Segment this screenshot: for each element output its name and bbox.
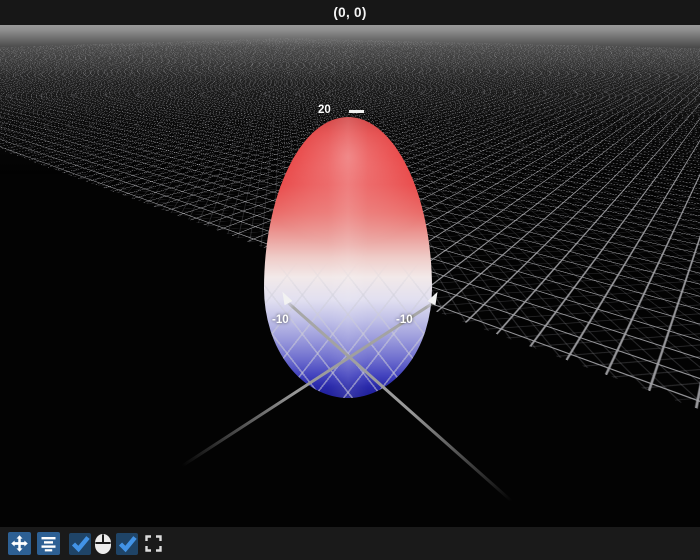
checkbox-1[interactable] [69, 533, 91, 555]
mouse-toggle[interactable] [92, 532, 114, 556]
3d-viewport[interactable]: -10 -10 20 [0, 25, 700, 527]
toolbar [0, 527, 700, 560]
z-axis-tick-label: 20 [318, 104, 331, 116]
app-window: (0, 0) -10 -10 20 [0, 0, 700, 560]
window-title: (0, 0) [333, 5, 366, 20]
checkmark-icon [115, 531, 140, 556]
titlebar: (0, 0) [0, 0, 700, 25]
floor-grid [280, 25, 700, 116]
mouse-icon [92, 532, 114, 556]
center-bars-button[interactable] [37, 532, 60, 555]
checkmark-icon [68, 531, 93, 556]
checkbox-2[interactable] [116, 533, 138, 555]
fullscreen-icon [143, 533, 164, 554]
y-axis-tick-label: -10 [396, 314, 413, 326]
z-axis-tick-mark [349, 110, 364, 113]
move-button[interactable] [8, 532, 31, 555]
x-axis-tick-label: -10 [272, 314, 289, 326]
center-bars-icon [39, 534, 58, 553]
fullscreen-button[interactable] [143, 533, 164, 554]
move-arrows-icon [10, 534, 29, 553]
